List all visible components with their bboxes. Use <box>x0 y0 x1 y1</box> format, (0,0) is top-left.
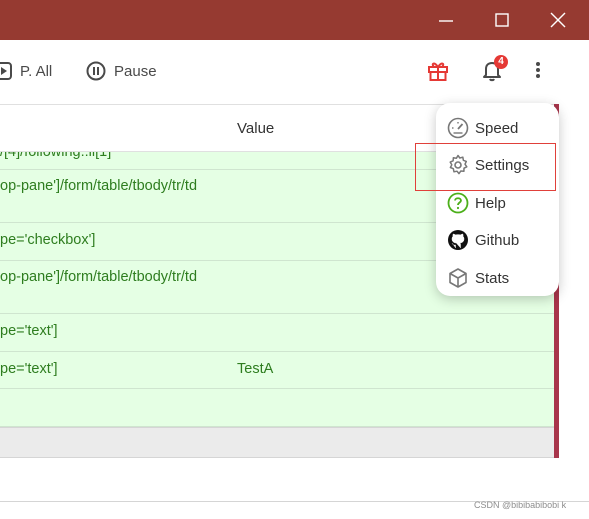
pause-label: Pause <box>114 62 157 80</box>
gift-icon[interactable] <box>424 56 452 84</box>
speedometer-icon <box>447 117 469 139</box>
minimize-icon <box>439 20 453 22</box>
pause-icon <box>86 61 106 81</box>
menu-item-github[interactable]: Github <box>436 222 559 258</box>
menu-item-label: Help <box>475 194 506 212</box>
table-footer <box>0 427 556 458</box>
table-row[interactable] <box>0 389 556 427</box>
github-icon <box>448 230 468 250</box>
pause-button[interactable]: Pause <box>86 58 157 84</box>
close-icon <box>550 12 566 28</box>
title-bar <box>0 0 589 40</box>
play-all-icon <box>0 62 12 80</box>
maximize-icon <box>495 13 509 27</box>
column-header-value: Value <box>237 120 275 137</box>
toolbar: P. All Pause <box>0 40 589 104</box>
row-locator: /[4]/following::li[1] <box>0 152 112 160</box>
menu-item-label: Stats <box>475 269 510 287</box>
close-button[interactable] <box>536 0 580 40</box>
cube-icon <box>449 268 467 288</box>
more-menu: Speed Settings Help Github Stats <box>436 103 559 296</box>
row-locator: op-pane']/form/table/tbody/tr/td <box>0 269 198 285</box>
row-locator: pe='checkbox'] <box>0 232 96 248</box>
watermark: CSDN @bibibabibobi k <box>474 500 567 510</box>
right-panel-edge <box>559 40 589 519</box>
menu-item-label: Speed <box>475 119 519 137</box>
row-value: TestA <box>237 361 274 377</box>
table-row[interactable]: pe='text'] TestA <box>0 352 556 389</box>
play-all-label: P. All <box>20 62 53 80</box>
more-vert-icon[interactable] <box>526 56 554 84</box>
highlight-box <box>415 143 556 191</box>
help-icon <box>447 192 469 214</box>
play-all-button[interactable]: P. All <box>0 58 52 84</box>
menu-item-stats[interactable]: Stats <box>436 260 559 296</box>
row-locator: op-pane']/form/table/tbody/tr/td <box>0 178 198 194</box>
row-locator: pe='text'] <box>0 361 58 377</box>
menu-item-speed[interactable]: Speed <box>436 110 559 146</box>
maximize-button[interactable] <box>480 0 524 40</box>
row-locator: pe='text'] <box>0 323 58 339</box>
notification-badge: 4 <box>494 55 508 69</box>
menu-item-label: Github <box>475 231 520 249</box>
table-row[interactable]: pe='text'] <box>0 314 556 352</box>
minimize-button[interactable] <box>424 0 468 40</box>
